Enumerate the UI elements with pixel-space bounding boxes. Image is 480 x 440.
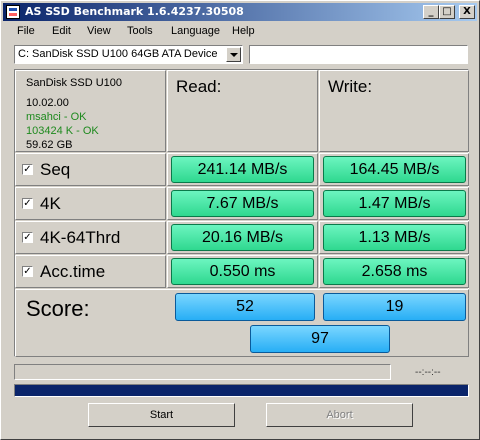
close-button[interactable]: X [459, 5, 475, 19]
abort-button[interactable]: Abort [266, 403, 413, 427]
app-window: AS SSD Benchmark 1.6.4237.30508 _ □ X Fi… [0, 0, 480, 440]
4k64-label: 4K-64Thrd [40, 228, 121, 247]
score-label: Score: [26, 296, 90, 321]
driver-status: msahci - OK [26, 111, 87, 123]
menu-view[interactable]: View [87, 25, 111, 37]
write-header: Write: [328, 77, 373, 96]
window-title: AS SSD Benchmark 1.6.4237.30508 [25, 5, 244, 18]
alignment-status: 103424 K - OK [26, 125, 99, 137]
minimize-button[interactable]: _ [423, 5, 439, 19]
acctime-label: Acc.time [40, 262, 106, 281]
drive-selected-value: C: SanDisk SSD U100 64GB ATA Device [18, 48, 218, 60]
acctime-write-cell: 2.658 ms [319, 255, 469, 288]
row-acctime-label-cell: ✓ Acc.time [15, 255, 166, 288]
chevron-down-icon[interactable] [226, 47, 241, 62]
seq-label: Seq [40, 160, 71, 179]
menu-help[interactable]: Help [232, 25, 255, 37]
score-read-value: 52 [175, 293, 315, 321]
menu-edit[interactable]: Edit [52, 25, 71, 37]
4k64-write-value: 1.13 MB/s [323, 224, 466, 251]
score-cell: Score: 52 19 97 [15, 289, 469, 357]
4k-read-cell: 7.67 MB/s [167, 187, 318, 220]
menu-language[interactable]: Language [171, 25, 220, 37]
drive-firmware: 10.02.00 [26, 97, 69, 109]
acctime-read-cell: 0.550 ms [167, 255, 318, 288]
start-button[interactable]: Start [88, 403, 235, 427]
seq-read-value: 241.14 MB/s [171, 156, 314, 183]
4k-write-cell: 1.47 MB/s [319, 187, 469, 220]
write-header-cell: Write: [319, 70, 469, 152]
overall-progress-bar [14, 384, 469, 397]
4k64-checkbox[interactable]: ✓ [22, 232, 33, 243]
score-write-value: 19 [323, 293, 466, 321]
4k64-read-value: 20.16 MB/s [171, 224, 314, 251]
drive-info-cell: SanDisk SSD U100 10.02.00 msahci - OK 10… [15, 70, 166, 152]
menu-tools[interactable]: Tools [127, 25, 153, 37]
acctime-read-value: 0.550 ms [171, 258, 314, 285]
menu-bar: File Edit View Tools Language Help [3, 23, 477, 41]
seq-write-cell: 164.45 MB/s [319, 153, 469, 186]
menu-file[interactable]: File [17, 25, 35, 37]
acctime-write-value: 2.658 ms [323, 258, 466, 285]
seq-read-cell: 241.14 MB/s [167, 153, 318, 186]
elapsed-time: --:--:-- [415, 367, 441, 378]
4k-label: 4K [40, 194, 61, 213]
drive-info-field[interactable] [249, 45, 468, 64]
score-total-value: 97 [250, 325, 390, 353]
4k-checkbox[interactable]: ✓ [22, 198, 33, 209]
4k64-read-cell: 20.16 MB/s [167, 221, 318, 254]
maximize-button[interactable]: □ [439, 5, 455, 19]
seq-checkbox[interactable]: ✓ [22, 164, 33, 175]
seq-write-value: 164.45 MB/s [323, 156, 466, 183]
app-icon [6, 5, 20, 19]
4k64-write-cell: 1.13 MB/s [319, 221, 469, 254]
acctime-checkbox[interactable]: ✓ [22, 266, 33, 277]
overall-progress-fill [15, 385, 468, 396]
row-4k-label-cell: ✓ 4K [15, 187, 166, 220]
4k-write-value: 1.47 MB/s [323, 190, 466, 217]
row-4k64-label-cell: ✓ 4K-64Thrd [15, 221, 166, 254]
drive-capacity: 59.62 GB [26, 139, 73, 151]
read-header-cell: Read: [167, 70, 318, 152]
drive-dropdown[interactable]: C: SanDisk SSD U100 64GB ATA Device [14, 45, 243, 64]
results-panel: SanDisk SSD U100 10.02.00 msahci - OK 10… [14, 69, 469, 357]
title-bar[interactable]: AS SSD Benchmark 1.6.4237.30508 _ □ X [3, 3, 477, 21]
drive-model: SanDisk SSD U100 [26, 77, 122, 89]
test-progress-bar [14, 364, 391, 380]
4k-read-value: 7.67 MB/s [171, 190, 314, 217]
read-header: Read: [176, 77, 222, 96]
row-seq-label-cell: ✓ Seq [15, 153, 166, 186]
